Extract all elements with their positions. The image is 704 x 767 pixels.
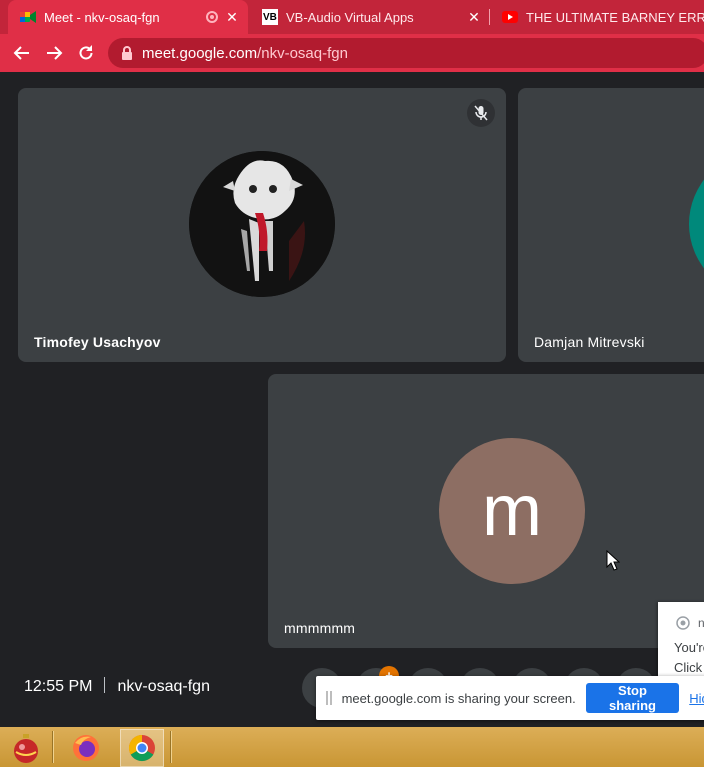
taskbar-chrome[interactable] xyxy=(120,729,164,767)
mic-off-icon xyxy=(467,99,495,127)
ornament-icon xyxy=(14,734,38,763)
screen-sharing-bar: meet.google.com is sharing your screen. … xyxy=(316,676,704,720)
tab-youtube[interactable]: THE ULTIMATE BARNEY ERROR - xyxy=(490,0,704,34)
participant-name: Damjan Mitrevski xyxy=(534,334,645,350)
google-meet-icon xyxy=(20,9,36,25)
arrow-right-icon xyxy=(47,46,63,60)
lock-icon xyxy=(122,46,132,60)
tab-strip: Meet - nkv-osaq-fgn ✕ VB VB-Audio Virtua… xyxy=(0,0,704,34)
tab-title: Meet - nkv-osaq-fgn xyxy=(44,9,160,25)
hide-link[interactable]: Hide xyxy=(689,691,704,706)
tab-meet[interactable]: Meet - nkv-osaq-fgn ✕ xyxy=(8,0,248,34)
arrow-left-icon xyxy=(13,46,29,60)
recording-icon xyxy=(206,11,218,23)
close-tab-icon[interactable]: ✕ xyxy=(466,9,482,25)
address-bar[interactable]: meet.google.com/nkv-osaq-fgn xyxy=(108,38,704,68)
back-button[interactable] xyxy=(10,41,34,65)
avatar xyxy=(189,151,335,297)
taskbar-divider xyxy=(170,731,172,763)
url-path: /nkv-osaq-fgn xyxy=(257,44,348,62)
reload-icon xyxy=(79,45,93,60)
taskbar-divider xyxy=(52,731,54,763)
mouse-cursor-icon xyxy=(606,550,620,571)
youtube-icon xyxy=(502,9,518,25)
participant-tile[interactable]: Damjan Mitrevski xyxy=(518,88,704,362)
drag-handle[interactable] xyxy=(326,691,332,705)
chrome-icon xyxy=(128,734,155,762)
tab-title: VB-Audio Virtual Apps xyxy=(286,9,414,25)
tab-title: THE ULTIMATE BARNEY ERROR - xyxy=(526,9,704,25)
notification-line: Click xyxy=(674,660,703,675)
forward-button[interactable] xyxy=(42,41,66,65)
clock-time: 12:55 PM xyxy=(24,678,93,695)
avatar: m xyxy=(439,438,585,584)
notification-line: You're xyxy=(674,640,704,655)
chrome-notification[interactable]: n You're Click xyxy=(658,602,704,680)
vb-audio-icon: VB xyxy=(262,9,278,25)
tab-vb-audio[interactable]: VB VB-Audio Virtual Apps ✕ xyxy=(250,0,490,34)
close-tab-icon[interactable]: ✕ xyxy=(224,9,240,25)
notification-title: n xyxy=(698,616,704,630)
meet-stage: Timofey Usachyov Damjan Mitrevski m mmmm… xyxy=(0,72,704,727)
participant-tile[interactable]: m mmmmmm xyxy=(268,374,704,648)
participant-name: Timofey Usachyov xyxy=(34,334,161,350)
meeting-code: nkv-osaq-fgn xyxy=(117,678,210,695)
divider xyxy=(104,677,106,693)
reload-button[interactable] xyxy=(74,41,98,65)
taskbar xyxy=(0,727,704,767)
url-host: meet.google.com xyxy=(142,44,258,62)
sharing-message: meet.google.com is sharing your screen. xyxy=(341,690,576,706)
url-text: meet.google.com/nkv-osaq-fgn xyxy=(142,45,348,62)
participant-tile[interactable]: Timofey Usachyov xyxy=(18,88,506,362)
stop-sharing-button[interactable]: Stop sharing xyxy=(585,683,680,713)
taskbar-firefox[interactable] xyxy=(64,729,108,767)
taskbar-start[interactable] xyxy=(4,729,48,767)
firefox-icon xyxy=(73,735,99,761)
chrome-notification-icon xyxy=(676,616,690,630)
screen: Meet - nkv-osaq-fgn ✕ VB VB-Audio Virtua… xyxy=(0,0,704,767)
svg-text:VB: VB xyxy=(263,12,277,23)
avatar xyxy=(689,151,704,297)
meeting-info: 12:55 PM nkv-osaq-fgn xyxy=(24,677,210,696)
browser-toolbar: meet.google.com/nkv-osaq-fgn xyxy=(0,34,704,72)
participant-name: mmmmmm xyxy=(284,620,356,636)
